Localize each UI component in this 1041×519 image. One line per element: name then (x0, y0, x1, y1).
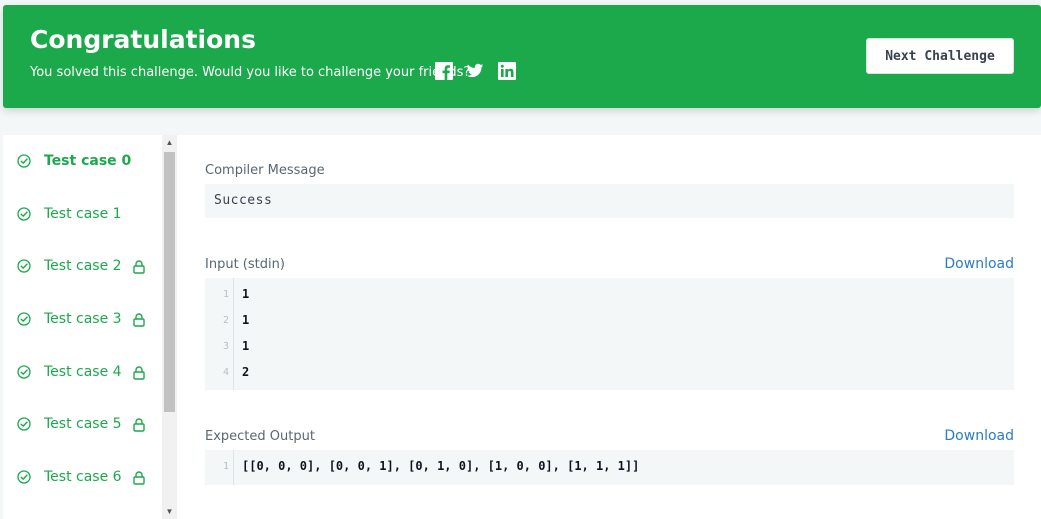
check-circle-icon (17, 259, 31, 273)
next-challenge-button[interactable]: Next Challenge (866, 38, 1014, 74)
sidebar-item-test-case-1[interactable]: Test case 1 (3, 194, 161, 234)
line-value: [[0, 0, 0], [0, 0, 1], [0, 1, 0], [1, 0,… (242, 459, 640, 473)
sidebar-item-test-case-3[interactable]: Test case 3 (3, 299, 161, 339)
scroll-thumb[interactable] (164, 152, 175, 412)
line-number: 1 (222, 461, 229, 472)
lock-icon (132, 365, 146, 380)
banner-subtitle: You solved this challenge. Would you lik… (30, 65, 471, 80)
expected-download-link[interactable]: Download (944, 428, 1014, 444)
linkedin-icon[interactable] (498, 62, 516, 80)
expected-output-label: Expected Output (205, 429, 315, 444)
sidebar-item-test-case-4[interactable]: Test case 4 (3, 352, 161, 392)
sidebar-item-label: Test case 6 (44, 469, 122, 485)
code-line: 1 [[0, 0, 0], [0, 0, 1], [0, 1, 0], [1, 0… (205, 454, 1014, 480)
sidebar-item-label: Test case 3 (44, 311, 122, 327)
test-case-sidebar: Test case 0 Test case 1 Test case 2 Test ca… (3, 135, 177, 519)
check-circle-icon (17, 207, 31, 221)
code-line: 21 (205, 308, 1014, 334)
success-banner: Congratulations You solved this challeng… (3, 5, 1041, 108)
code-line: 42 (205, 360, 1014, 386)
sidebar-item-test-case-0[interactable]: Test case 0 (3, 141, 161, 181)
lock-icon (132, 259, 146, 274)
sidebar-item-test-case-5[interactable]: Test case 5 (3, 404, 161, 444)
line-number: 4 (222, 367, 229, 378)
check-circle-icon (17, 312, 31, 326)
check-circle-icon (17, 417, 31, 431)
line-number: 3 (222, 341, 229, 352)
scroll-down-arrow-icon[interactable]: ▼ (162, 504, 177, 519)
line-number: 2 (222, 315, 229, 326)
scroll-up-arrow-icon[interactable]: ▲ (162, 135, 177, 150)
compiler-message-text: Success (214, 193, 273, 208)
twitter-icon[interactable] (466, 62, 484, 80)
sidebar-item-label: Test case 2 (44, 258, 122, 274)
sidebar-scrollbar[interactable]: ▲ ▼ (162, 135, 177, 519)
line-value: 2 (242, 365, 250, 379)
lock-icon (132, 470, 146, 485)
result-panel: Compiler Message Success Input (stdin) D… (177, 135, 1041, 519)
code-line: 31 (205, 334, 1014, 360)
check-circle-icon (17, 470, 31, 484)
line-value: 1 (242, 287, 250, 301)
line-value: 1 (242, 339, 250, 353)
sidebar-item-label: Test case 0 (44, 153, 132, 169)
banner-title: Congratulations (30, 25, 256, 54)
compiler-message-box: Success (205, 184, 1014, 218)
line-number: 1 (222, 289, 229, 300)
expected-output-box: 1 [[0, 0, 0], [0, 0, 1], [0, 1, 0], [1, 0… (205, 450, 1014, 485)
check-circle-icon (17, 365, 31, 379)
lock-icon (132, 417, 146, 432)
input-code-box: 11213142 (205, 278, 1014, 390)
input-label: Input (stdin) (205, 257, 285, 272)
sidebar-item-test-case-2[interactable]: Test case 2 (3, 246, 161, 286)
lock-icon (132, 312, 146, 327)
facebook-icon[interactable] (435, 62, 453, 80)
check-circle-icon (17, 154, 31, 168)
line-value: 1 (242, 313, 250, 327)
sidebar-item-test-case-6[interactable]: Test case 6 (3, 457, 161, 497)
sidebar-item-label: Test case 5 (44, 416, 122, 432)
code-line: 11 (205, 282, 1014, 308)
sidebar-item-label: Test case 1 (44, 206, 122, 222)
input-download-link[interactable]: Download (944, 256, 1014, 272)
sidebar-item-label: Test case 4 (44, 364, 122, 380)
compiler-message-label: Compiler Message (205, 163, 325, 178)
